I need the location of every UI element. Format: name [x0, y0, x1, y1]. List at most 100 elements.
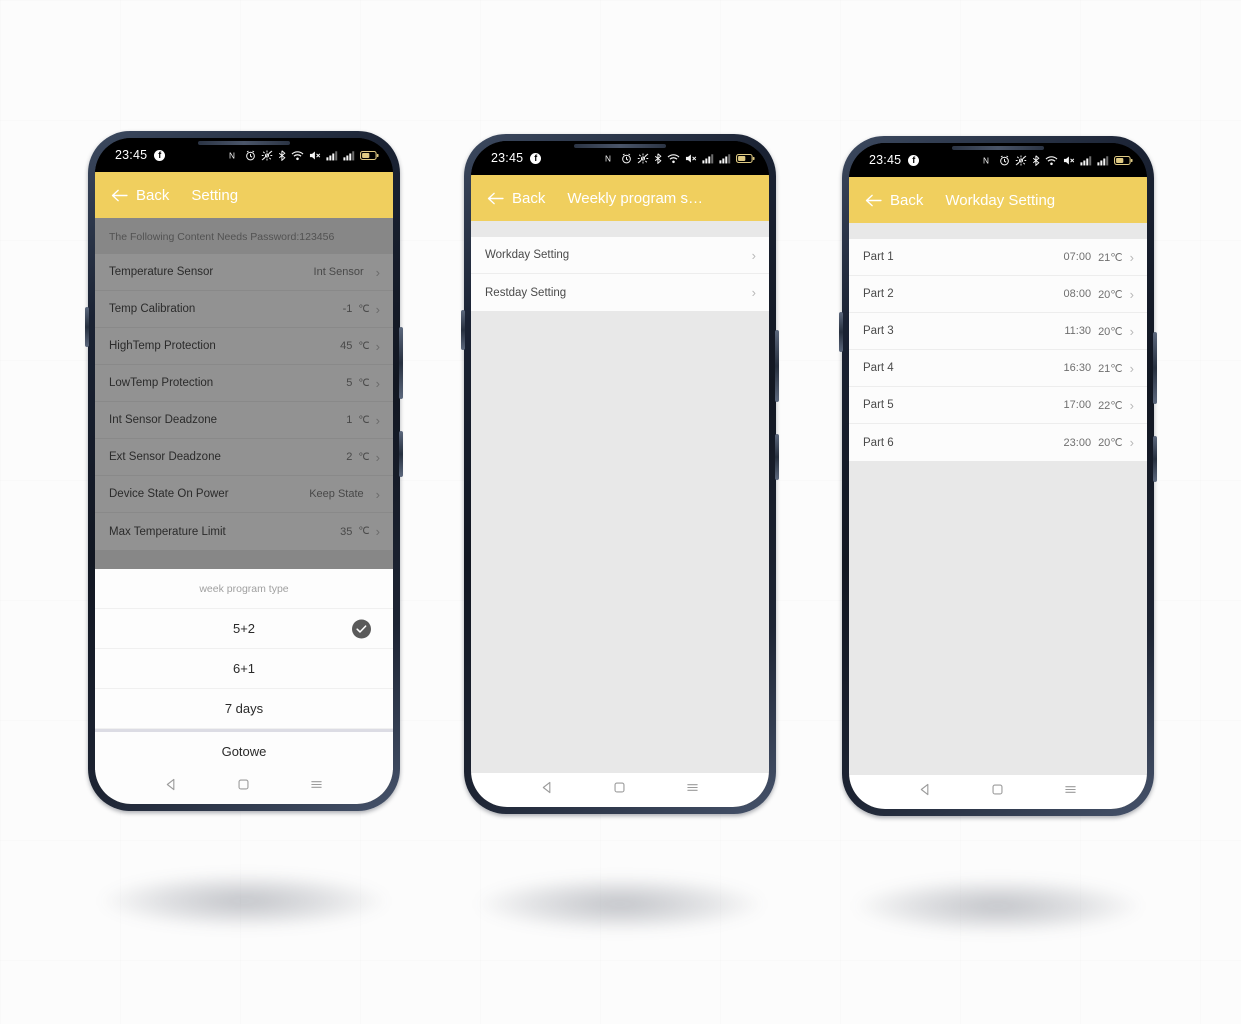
sheet-title: week program type — [95, 569, 393, 609]
signal-bars-2-icon — [719, 153, 731, 164]
row-label: Temp Calibration — [109, 303, 196, 315]
page-title: Workday Setting — [945, 191, 1056, 209]
chevron-right-icon: › — [375, 412, 380, 428]
row-temp: 22℃ — [1098, 399, 1123, 412]
row-unit: ℃ — [358, 414, 370, 426]
list-item-workday-setting[interactable]: Workday Setting › — [471, 237, 769, 274]
phone-device-2: 23:45 f N Back Weekly program s… Workday… — [461, 134, 779, 814]
status-clock: 23:45 — [869, 153, 902, 167]
facebook-icon: f — [154, 149, 166, 161]
sheet-option-6-1[interactable]: 6+1 — [95, 649, 393, 689]
sheet-option-5-2[interactable]: 5+2 — [95, 609, 393, 649]
list-item-restday-setting[interactable]: Restday Setting › — [471, 274, 769, 311]
password-hint: The Following Content Needs Password:123… — [95, 218, 393, 254]
triangle-back-icon[interactable] — [919, 783, 932, 801]
facebook-icon: f — [530, 152, 542, 164]
square-home-icon[interactable] — [613, 781, 626, 799]
back-button[interactable]: Back — [111, 187, 169, 204]
phone3-volume-button[interactable] — [1153, 332, 1157, 404]
table-row[interactable]: Part 3 11:30 20℃ › — [849, 313, 1147, 350]
phone1-power-button[interactable] — [399, 431, 403, 477]
bluetooth-icon — [278, 149, 286, 161]
phone1-left-button[interactable] — [85, 307, 89, 347]
row-label: LowTemp Protection — [109, 377, 214, 389]
chevron-right-icon: › — [375, 301, 380, 317]
battery-icon — [360, 150, 379, 161]
earpiece-speaker — [952, 146, 1044, 150]
table-row[interactable]: Int Sensor Deadzone 1 ℃ › — [95, 402, 393, 439]
sheet-option-7-days[interactable]: 7 days — [95, 689, 393, 729]
chevron-right-icon: › — [1129, 249, 1134, 265]
back-label: Back — [512, 189, 546, 207]
triangle-back-icon[interactable] — [541, 781, 554, 799]
signal-bars-1-icon — [326, 150, 338, 161]
screenshot-canvas: 23:45 f N Back Setting The Following Con… — [0, 0, 1241, 1024]
signal-bars-2-icon — [343, 150, 355, 161]
phone3-power-button[interactable] — [1153, 436, 1157, 482]
done-button[interactable]: Gotowe — [95, 732, 393, 770]
screen-body-3: Part 1 07:00 21℃ › Part 2 08:00 20℃ › Part 3… — [849, 223, 1147, 775]
table-row[interactable]: LowTemp Protection 5 ℃ › — [95, 365, 393, 402]
square-home-icon[interactable] — [991, 783, 1004, 801]
location-off-icon — [637, 153, 649, 164]
table-row[interactable]: Ext Sensor Deadzone 2 ℃ › — [95, 439, 393, 476]
row-temp: 21℃ — [1098, 251, 1123, 264]
battery-icon — [736, 153, 755, 164]
phone2-volume-button[interactable] — [775, 330, 779, 402]
week-program-type-sheet: week program type 5+2 6+1 7 days Gotowe — [95, 569, 393, 770]
back-label: Back — [890, 191, 924, 209]
table-row[interactable]: Part 6 23:00 20℃ › — [849, 424, 1147, 461]
phone2-power-button[interactable] — [775, 434, 779, 480]
menu-recents-icon[interactable] — [1064, 783, 1077, 801]
mute-icon — [309, 150, 321, 161]
app-header-setting: Back Setting — [95, 172, 393, 218]
back-button[interactable]: Back — [487, 190, 545, 207]
back-button[interactable]: Back — [865, 192, 923, 209]
row-time: 07:00 — [1063, 251, 1092, 263]
arrow-left-icon — [111, 189, 128, 201]
chevron-right-icon: › — [375, 524, 380, 539]
row-temp: 21℃ — [1098, 362, 1123, 375]
triangle-back-icon[interactable] — [165, 778, 178, 796]
wifi-icon — [291, 150, 304, 161]
square-home-icon[interactable] — [237, 778, 250, 796]
phone2-left-button[interactable] — [461, 310, 465, 350]
menu-recents-icon[interactable] — [686, 781, 699, 799]
mute-icon — [1063, 155, 1075, 166]
table-row[interactable]: Part 2 08:00 20℃ › — [849, 276, 1147, 313]
row-value: -1 — [342, 303, 353, 315]
table-row[interactable]: Part 5 17:00 22℃ › — [849, 387, 1147, 424]
row-label: Part 1 — [863, 251, 894, 263]
table-row[interactable]: Part 1 07:00 21℃ › — [849, 239, 1147, 276]
table-row[interactable]: Temp Calibration -1 ℃ › — [95, 291, 393, 328]
sheet-option-label: 6+1 — [232, 661, 256, 676]
phone1-volume-button[interactable] — [399, 327, 403, 399]
row-time: 08:00 — [1063, 288, 1092, 300]
row-label: Workday Setting — [485, 249, 570, 261]
bluetooth-icon — [654, 152, 662, 164]
page-title: Weekly program s… — [567, 189, 703, 207]
android-nav-bar — [471, 773, 769, 807]
svg-text:N: N — [605, 154, 611, 163]
alarm-icon — [999, 155, 1010, 166]
row-time: 23:00 — [1063, 436, 1092, 449]
row-value: 2 — [346, 451, 353, 463]
arrow-left-icon — [865, 194, 882, 206]
phone3-left-button[interactable] — [839, 312, 843, 352]
table-row[interactable]: Part 4 16:30 21℃ › — [849, 350, 1147, 387]
app-header-weekly: Back Weekly program s… — [471, 175, 769, 221]
menu-recents-icon[interactable] — [310, 778, 323, 796]
table-row[interactable]: HighTemp Protection 45 ℃ › — [95, 328, 393, 365]
svg-text:N: N — [983, 156, 989, 165]
row-label: Part 3 — [863, 325, 894, 337]
nfc-icon: N — [229, 150, 240, 161]
arrow-left-icon — [487, 192, 504, 204]
chevron-right-icon: › — [375, 449, 380, 465]
page-title: Setting — [191, 186, 239, 204]
table-row[interactable]: Temperature Sensor Int Sensor › — [95, 254, 393, 291]
table-row[interactable]: Device State On Power Keep State › — [95, 476, 393, 513]
signal-bars-2-icon — [1097, 155, 1109, 166]
table-row[interactable]: Max Temperature Limit 35 ℃ › — [95, 513, 393, 550]
row-label: Max Temperature Limit — [109, 525, 226, 538]
row-label: Part 6 — [863, 436, 894, 449]
